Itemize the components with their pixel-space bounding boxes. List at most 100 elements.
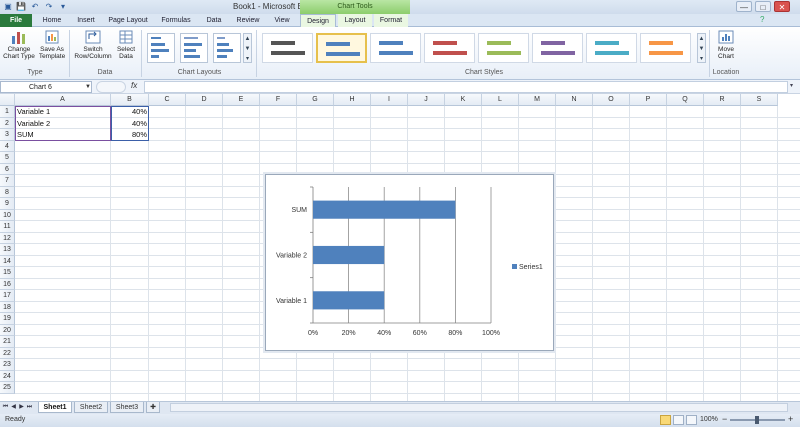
column-header-s[interactable]: S	[741, 94, 778, 106]
tab-formulas[interactable]: Formulas	[156, 14, 196, 27]
row-header-11[interactable]: 11	[0, 221, 15, 233]
normal-view-button[interactable]	[660, 415, 671, 425]
chart-style-6[interactable]	[532, 33, 583, 63]
tab-insert[interactable]: Insert	[70, 14, 102, 27]
row-header-8[interactable]: 8	[0, 186, 15, 198]
column-header-j[interactable]: J	[408, 94, 445, 106]
move-chart-button[interactable]: Move Chart	[712, 30, 740, 68]
chart-style-8[interactable]	[640, 33, 691, 63]
save-as-template-button[interactable]: Save As Template	[37, 30, 67, 68]
tab-data[interactable]: Data	[200, 14, 228, 27]
chart-layout-3[interactable]	[213, 33, 241, 63]
row-header-24[interactable]: 24	[0, 370, 15, 382]
name-box[interactable]: Chart 6	[0, 81, 92, 93]
change-chart-type-button[interactable]: Change Chart Type	[3, 30, 35, 68]
row-header-23[interactable]: 23	[0, 359, 15, 371]
column-header-o[interactable]: O	[593, 94, 630, 106]
sheet-tab-sheet2[interactable]: Sheet2	[74, 402, 108, 413]
column-header-q[interactable]: Q	[667, 94, 704, 106]
tab-review[interactable]: Review	[232, 14, 264, 27]
sheet-tab-sheet3[interactable]: Sheet3	[110, 402, 144, 413]
column-header-g[interactable]: G	[297, 94, 334, 106]
chart-style-1[interactable]	[262, 33, 313, 63]
worksheet-grid[interactable]: A B C D E F G H I J K L M N O P Q R S 1 2 3 4 5 6 7 8 9 10 11 12 13 14 15…	[0, 94, 800, 401]
expand-formula-bar-icon[interactable]: ▾	[790, 82, 793, 89]
column-header-d[interactable]: D	[186, 94, 223, 106]
row-header-1[interactable]: 1	[0, 106, 15, 118]
prev-sheet-icon[interactable]: ◀	[10, 403, 17, 412]
chart-layout-1[interactable]	[147, 33, 175, 63]
select-data-button[interactable]: Select Data	[114, 30, 138, 68]
last-sheet-icon[interactable]: ⏭	[26, 403, 33, 412]
row-header-9[interactable]: 9	[0, 198, 15, 210]
sheet-tab-sheet1[interactable]: Sheet1	[38, 402, 72, 413]
chart-layouts-scroll[interactable]: ▲ ▼ ▾	[243, 33, 252, 63]
chart-style-2[interactable]	[316, 33, 367, 63]
chart-layout-2[interactable]	[180, 33, 208, 63]
row-header-15[interactable]: 15	[0, 267, 15, 279]
row-header-20[interactable]: 20	[0, 324, 15, 336]
column-header-m[interactable]: M	[519, 94, 556, 106]
redo-icon[interactable]: ↷	[44, 2, 54, 12]
column-header-r[interactable]: R	[704, 94, 741, 106]
column-header-a[interactable]: A	[15, 94, 111, 106]
switch-row-column-button[interactable]: Switch Row/Column	[72, 30, 114, 68]
tab-file[interactable]: File	[0, 14, 32, 27]
row-header-7[interactable]: 7	[0, 175, 15, 187]
row-header-16[interactable]: 16	[0, 278, 15, 290]
chart-styles-scroll[interactable]: ▲ ▼ ▾	[697, 33, 706, 63]
undo-icon[interactable]: ↶	[30, 2, 40, 12]
row-header-19[interactable]: 19	[0, 313, 15, 325]
page-layout-view-button[interactable]	[673, 415, 684, 425]
column-header-p[interactable]: P	[630, 94, 667, 106]
chart-style-5[interactable]	[478, 33, 529, 63]
column-header-h[interactable]: H	[334, 94, 371, 106]
column-header-k[interactable]: K	[445, 94, 482, 106]
row-header-5[interactable]: 5	[0, 152, 15, 164]
insert-function-button[interactable]: fx	[131, 81, 137, 90]
row-header-22[interactable]: 22	[0, 347, 15, 359]
save-icon[interactable]: 💾	[16, 2, 26, 12]
column-header-c[interactable]: C	[149, 94, 186, 106]
tab-page-layout[interactable]: Page Layout	[104, 14, 152, 27]
tab-home[interactable]: Home	[36, 14, 68, 27]
embedded-chart[interactable]: 0% 20% 40% 60% 80% 100% Variable 1 Variable 2 SU…	[265, 174, 554, 351]
select-all-corner[interactable]	[0, 94, 15, 106]
row-header-13[interactable]: 13	[0, 244, 15, 256]
excel-logo-icon[interactable]: ▣	[3, 2, 13, 12]
chart-style-4[interactable]	[424, 33, 475, 63]
row-header-2[interactable]: 2	[0, 117, 15, 129]
page-break-view-button[interactable]	[686, 415, 697, 425]
zoom-in-icon[interactable]: +	[788, 414, 793, 424]
column-header-l[interactable]: L	[482, 94, 519, 106]
column-header-e[interactable]: E	[223, 94, 260, 106]
column-header-b[interactable]: B	[111, 94, 149, 106]
column-header-n[interactable]: N	[556, 94, 593, 106]
first-sheet-icon[interactable]: ⏮	[2, 403, 9, 412]
column-header-f[interactable]: F	[260, 94, 297, 106]
row-header-14[interactable]: 14	[0, 255, 15, 267]
zoom-level[interactable]: 100%	[700, 416, 718, 423]
row-header-17[interactable]: 17	[0, 290, 15, 302]
row-header-10[interactable]: 10	[0, 209, 15, 221]
chart-style-3[interactable]	[370, 33, 421, 63]
column-header-i[interactable]: I	[371, 94, 408, 106]
maximize-button[interactable]: □	[755, 1, 771, 12]
formula-input[interactable]	[144, 81, 788, 93]
chart-style-7[interactable]	[586, 33, 637, 63]
zoom-out-icon[interactable]: −	[722, 414, 727, 424]
row-header-4[interactable]: 4	[0, 140, 15, 152]
next-sheet-icon[interactable]: ▶	[18, 403, 25, 412]
row-header-21[interactable]: 21	[0, 336, 15, 348]
close-button[interactable]: ✕	[774, 1, 790, 12]
help-icon[interactable]: ?	[760, 15, 764, 24]
row-header-18[interactable]: 18	[0, 301, 15, 313]
row-header-25[interactable]: 25	[0, 382, 15, 394]
tab-design[interactable]: Design	[300, 14, 336, 27]
tab-layout[interactable]: Layout	[338, 14, 372, 27]
zoom-slider-thumb[interactable]	[755, 416, 759, 424]
row-header-12[interactable]: 12	[0, 232, 15, 244]
row-header-6[interactable]: 6	[0, 163, 15, 175]
tab-format[interactable]: Format	[374, 14, 408, 27]
insert-sheet-icon[interactable]: ✚	[146, 402, 160, 413]
